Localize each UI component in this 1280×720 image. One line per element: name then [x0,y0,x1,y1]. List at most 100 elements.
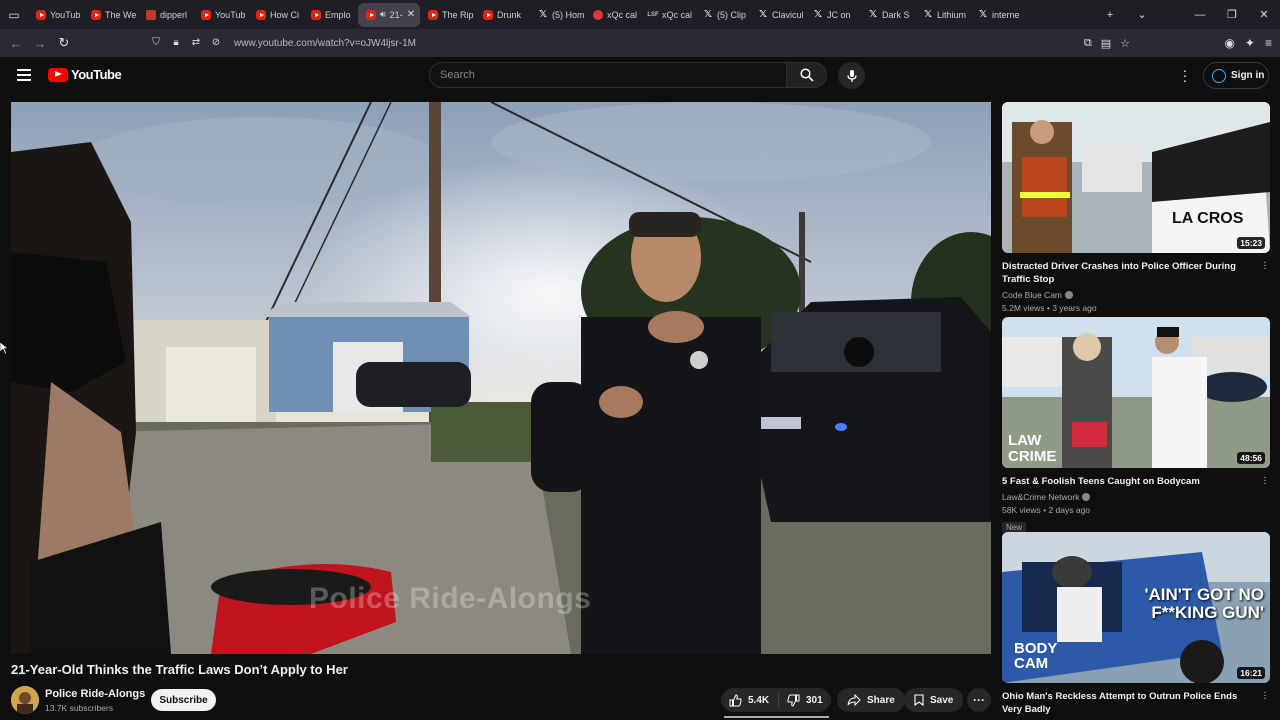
tab-title: How Ci [270,9,300,20]
browser-tab[interactable]: The We [83,0,138,29]
recommendation-kebab-icon[interactable]: · · · [1262,473,1268,489]
shield-icon[interactable]: ⛉ [150,37,162,49]
browser-tab[interactable]: 𝕏 Dark S [860,0,915,29]
browser-tab[interactable]: 𝕏 (5) Clip [695,0,750,29]
browser-tab[interactable]: 𝕏 Lithium [915,0,970,29]
browser-tab[interactable]: The Rip [420,0,475,29]
speaker-icon[interactable]: 🔊︎ [380,9,386,20]
chevron-down-icon[interactable]: ⌄ [1126,8,1158,21]
like-button[interactable]: 5.4K [721,692,779,708]
tab-list-icon[interactable]: ▭ [0,0,28,29]
recommendation-title[interactable]: Distracted Driver Crashes into Police Of… [1002,260,1270,286]
dislike-button[interactable]: 301 [779,694,823,707]
hamburger-menu-icon[interactable] [17,69,31,81]
recommendation-meta: 5.2M views • 3 years ago [1002,303,1097,313]
recommendation-channel[interactable]: Law&Crime Network [1002,491,1270,504]
save-button[interactable]: Save [904,688,964,712]
ellipsis-icon: ··· [973,693,985,707]
recommendation-kebab-icon[interactable]: · · · [1262,258,1268,274]
browser-tab[interactable]: 𝕏 (5) Hom [530,0,585,29]
xqc-favicon-icon [593,9,603,20]
subscriber-count: 13.7K subscribers [45,703,114,713]
browser-tab[interactable]: LSF xQc cal [640,0,695,29]
share-arrow-icon [847,694,861,706]
settings-kebab-icon[interactable]: · · · [1181,63,1189,87]
channel-name[interactable]: Law&Crime Network [1002,492,1079,502]
channel-name[interactable]: Police Ride-Alongs [45,688,145,700]
share-label: Share [867,694,895,706]
browser-tab[interactable]: 🔊︎ 21- ✕ [358,2,420,27]
forward-icon[interactable]: → [28,36,52,51]
url-text[interactable]: www.youtube.com/watch?v=oJW4ljsr-1M [234,38,416,49]
new-tab-icon[interactable]: + [1094,9,1126,21]
channel-name[interactable]: Code Blue Cam [1002,290,1062,300]
tab-title: The Rip [442,9,474,20]
recommendation-channel[interactable]: Code Blue Cam [1002,289,1270,302]
browser-tab[interactable]: Emplo [303,0,358,29]
search-button[interactable] [787,62,827,88]
reader-view-icon[interactable]: ▤ [1101,37,1111,50]
tab-title: YouTub [215,9,246,20]
browser-tab[interactable]: 𝕏 Clavicul [750,0,805,29]
browser-tab[interactable]: YouTub [28,0,83,29]
voice-search-button[interactable] [838,62,865,89]
x-favicon-icon: 𝕏 [538,9,548,20]
law-crime-logo-line-1: LAW [1008,432,1042,449]
channel-avatar[interactable] [11,686,39,714]
tab-title: xQc cal [662,9,693,20]
restore-icon[interactable]: ❐ [1216,8,1248,21]
youtube-favicon-icon [91,9,101,20]
close-tab-icon[interactable]: ✕ [407,9,415,20]
extensions-icon[interactable]: ✦ [1245,36,1255,50]
browser-tab[interactable]: Drunk [475,0,530,29]
reload-icon[interactable]: ↻ [52,35,76,51]
youtube-logo[interactable]: YouTube [48,67,122,82]
like-ratio-bar [724,716,829,718]
minimize-icon[interactable]: — [1184,9,1216,21]
browser-tab[interactable]: How Ci [248,0,303,29]
search-input[interactable]: Search [429,62,787,88]
account-icon[interactable]: ◉ [1224,36,1234,50]
x-favicon-icon: 𝕏 [703,9,713,20]
toolbar-actions: ◉ ✦ ≡ [1224,29,1272,57]
recommendation-title[interactable]: Ohio Man's Reckless Attempt to Outrun Po… [1002,690,1270,716]
picture-in-picture-icon[interactable]: ⧉ [1084,37,1092,50]
subscribe-button[interactable]: Subscribe [151,689,216,711]
browser-tab[interactable]: 𝕏 JC on [805,0,860,29]
address-bar[interactable]: ⛉ 🔒︎ ⇄ ⊘ www.youtube.com/watch?v=oJW4ljs… [150,32,1130,54]
recommendation-kebab-icon[interactable]: · · · [1262,688,1268,704]
back-icon[interactable]: ← [4,36,28,51]
recommendation-item[interactable]: 'AIN'T GOT NO F**KING GUN' BODY CAM 16:2… [1002,532,1270,716]
recommendation-item[interactable]: LA CROS 15:23 Distracted Driver Crashes … [1002,102,1270,315]
tab-title: The We [105,9,137,20]
share-button[interactable]: Share [837,688,905,712]
youtube-favicon-icon [36,9,46,20]
browser-tab[interactable]: YouTub [193,0,248,29]
mute-icon[interactable]: ⊘ [210,37,222,49]
lock-icon[interactable]: 🔒︎ [170,37,182,49]
tab-title: Dark S [882,9,910,20]
browser-tab[interactable]: dipperl [138,0,193,29]
browser-tab[interactable]: 𝕏interne [970,0,1025,29]
tab-title: (5) Clip [717,9,747,20]
video-player[interactable]: Police Ride-Alongs [11,102,991,654]
close-window-icon[interactable]: ✕ [1248,8,1280,21]
sign-in-button[interactable]: Sign in [1203,62,1269,89]
menu-icon[interactable]: ≡ [1265,36,1272,50]
browser-tab[interactable]: xQc cal [585,0,640,29]
video-thumbnail[interactable]: 'AIN'T GOT NO F**KING GUN' BODY CAM 16:2… [1002,532,1270,683]
body-cam-logo: BODY CAM [1014,641,1057,671]
bookmark-star-icon[interactable]: ☆ [1120,37,1130,50]
body-cam-logo-line-2: CAM [1014,655,1049,672]
thumbs-down-icon [787,694,800,707]
video-thumbnail[interactable]: LA CROS 15:23 [1002,102,1270,253]
video-thumbnail[interactable]: LAW CRIME 48:56 [1002,317,1270,468]
x-favicon-icon: 𝕏 [923,9,933,20]
microphone-icon [846,69,857,82]
recommendation-title[interactable]: 5 Fast & Foolish Teens Caught on Bodycam [1002,475,1270,488]
video-frame [11,102,991,654]
permissions-icon[interactable]: ⇄ [190,37,202,49]
more-actions-button[interactable]: ··· [967,688,991,712]
recommendation-item[interactable]: LAW CRIME 48:56 5 Fast & Foolish Teens C… [1002,317,1270,535]
video-duration: 15:23 [1237,237,1265,249]
